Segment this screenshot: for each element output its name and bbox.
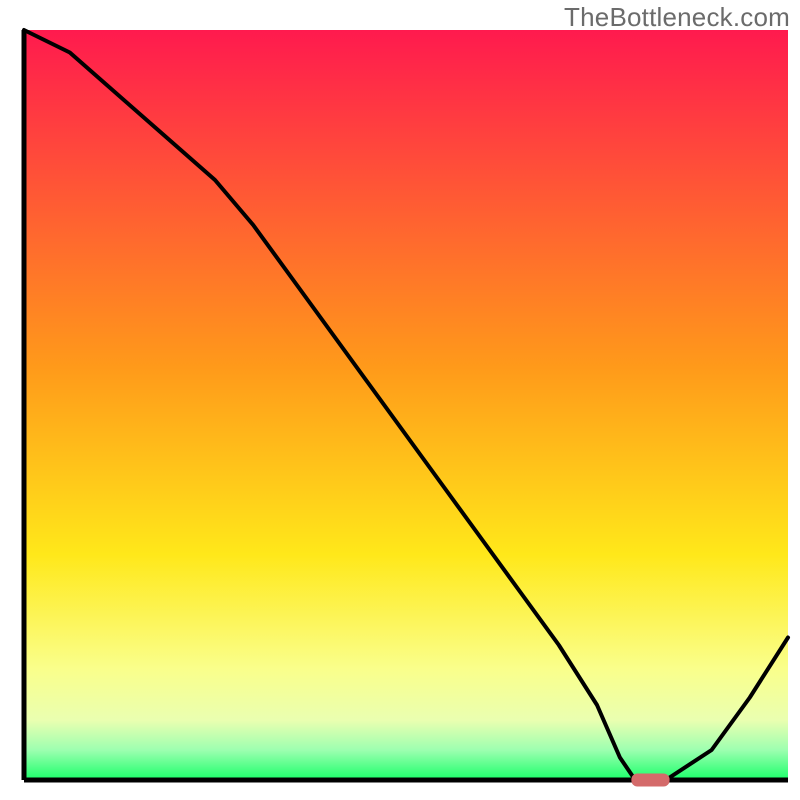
optimal-range-marker — [631, 774, 669, 787]
gradient-fill — [24, 30, 788, 780]
chart-frame: TheBottleneck.com — [0, 0, 800, 800]
plot-area — [24, 30, 788, 787]
bottleneck-chart — [0, 0, 800, 800]
watermark-text: TheBottleneck.com — [564, 2, 790, 33]
